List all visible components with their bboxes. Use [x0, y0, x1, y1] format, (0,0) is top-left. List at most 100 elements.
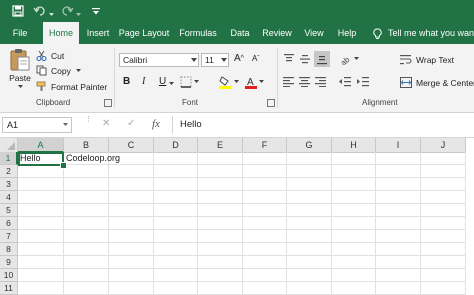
cell-f8[interactable] — [243, 243, 287, 256]
cell-h9[interactable] — [332, 256, 376, 269]
cell-e8[interactable] — [198, 243, 243, 256]
lightbulb-icon[interactable] — [370, 22, 384, 44]
cell-j5[interactable] — [421, 204, 466, 217]
cell-i10[interactable] — [376, 269, 421, 282]
cell-a8[interactable] — [18, 243, 64, 256]
bold-button[interactable]: B — [123, 76, 130, 87]
column-header-g[interactable]: G — [287, 138, 332, 153]
cell-c5[interactable] — [109, 204, 154, 217]
cell-j8[interactable] — [421, 243, 466, 256]
tab-formulas[interactable]: Formulas — [176, 22, 220, 44]
cell-j2[interactable] — [421, 165, 466, 178]
cell-g10[interactable] — [287, 269, 332, 282]
cell-i3[interactable] — [376, 178, 421, 191]
cell-f10[interactable] — [243, 269, 287, 282]
row-header-11[interactable]: 11 — [0, 282, 18, 295]
cell-e3[interactable] — [198, 178, 243, 191]
row-header-9[interactable]: 9 — [0, 256, 18, 269]
tab-review[interactable]: Review — [259, 22, 295, 44]
cell-b2[interactable] — [64, 165, 109, 178]
fill-handle[interactable] — [60, 162, 67, 169]
italic-button[interactable]: I — [142, 76, 145, 87]
cell-b9[interactable] — [64, 256, 109, 269]
column-header-b[interactable]: B — [64, 138, 109, 153]
cell-e2[interactable] — [198, 165, 243, 178]
cell-f5[interactable] — [243, 204, 287, 217]
cell-h8[interactable] — [332, 243, 376, 256]
middle-align-button[interactable] — [299, 53, 311, 65]
align-right-button[interactable] — [315, 76, 327, 87]
orientation-button[interactable]: ab — [340, 52, 359, 65]
tab-view[interactable]: View — [300, 22, 328, 44]
cell-j11[interactable] — [421, 282, 466, 295]
column-header-h[interactable]: H — [332, 138, 376, 153]
tab-page-layout[interactable]: Page Layout — [118, 22, 170, 44]
cell-a9[interactable] — [18, 256, 64, 269]
cell-b10[interactable] — [64, 269, 109, 282]
cell-g6[interactable] — [287, 217, 332, 230]
cell-b8[interactable] — [64, 243, 109, 256]
align-left-button[interactable] — [283, 76, 295, 87]
column-header-e[interactable]: E — [198, 138, 243, 153]
cell-c2[interactable] — [109, 165, 154, 178]
undo-dropdown-icon[interactable] — [49, 9, 54, 21]
cell-c3[interactable] — [109, 178, 154, 191]
font-name-select[interactable]: Calibri — [119, 53, 199, 67]
cell-f2[interactable] — [243, 165, 287, 178]
cell-h10[interactable] — [332, 269, 376, 282]
clipboard-launcher-icon[interactable] — [104, 99, 112, 107]
cell-g1[interactable] — [287, 152, 332, 165]
cell-d5[interactable] — [154, 204, 198, 217]
cell-j9[interactable] — [421, 256, 466, 269]
align-center-button[interactable] — [299, 76, 311, 87]
row-header-6[interactable]: 6 — [0, 217, 18, 230]
cell-d3[interactable] — [154, 178, 198, 191]
tab-insert[interactable]: Insert — [83, 22, 113, 44]
undo-icon[interactable] — [33, 5, 47, 17]
cell-j7[interactable] — [421, 230, 466, 243]
row-header-2[interactable]: 2 — [0, 165, 18, 178]
column-header-a[interactable]: A — [18, 138, 64, 153]
paste-button[interactable]: Paste — [6, 48, 34, 89]
cell-e1[interactable] — [198, 152, 243, 165]
cell-e4[interactable] — [198, 191, 243, 204]
row-header-4[interactable]: 4 — [0, 191, 18, 204]
cell-c9[interactable] — [109, 256, 154, 269]
cell-i7[interactable] — [376, 230, 421, 243]
tab-data[interactable]: Data — [226, 22, 254, 44]
cell-d1[interactable] — [154, 152, 198, 165]
column-header-f[interactable]: F — [243, 138, 287, 153]
underline-button[interactable]: U — [159, 76, 166, 87]
cell-g2[interactable] — [287, 165, 332, 178]
formula-input[interactable]: Hello — [180, 119, 202, 130]
column-header-c[interactable]: C — [109, 138, 154, 153]
cell-i5[interactable] — [376, 204, 421, 217]
cell-b6[interactable] — [64, 217, 109, 230]
cell-a4[interactable] — [18, 191, 64, 204]
cell-i9[interactable] — [376, 256, 421, 269]
insert-function-button[interactable]: fx — [152, 118, 160, 130]
cell-a6[interactable] — [18, 217, 64, 230]
cell-b3[interactable] — [64, 178, 109, 191]
cell-b5[interactable] — [64, 204, 109, 217]
decrease-indent-button[interactable] — [339, 76, 351, 87]
cell-c8[interactable] — [109, 243, 154, 256]
chevron-down-icon[interactable] — [169, 82, 174, 86]
tell-me-search[interactable]: Tell me what you want — [388, 22, 474, 44]
cell-c11[interactable] — [109, 282, 154, 295]
cell-e5[interactable] — [198, 204, 243, 217]
cell-e6[interactable] — [198, 217, 243, 230]
cell-i11[interactable] — [376, 282, 421, 295]
redo-icon[interactable] — [60, 5, 74, 17]
cell-h1[interactable] — [332, 152, 376, 165]
cell-c6[interactable] — [109, 217, 154, 230]
cell-a11[interactable] — [18, 282, 64, 295]
cell-j6[interactable] — [421, 217, 466, 230]
tab-home[interactable]: Home — [43, 22, 79, 44]
cell-i4[interactable] — [376, 191, 421, 204]
cell-a3[interactable] — [18, 178, 64, 191]
cell-b7[interactable] — [64, 230, 109, 243]
cell-b11[interactable] — [64, 282, 109, 295]
cell-g11[interactable] — [287, 282, 332, 295]
row-header-1[interactable]: 1 — [0, 152, 18, 165]
